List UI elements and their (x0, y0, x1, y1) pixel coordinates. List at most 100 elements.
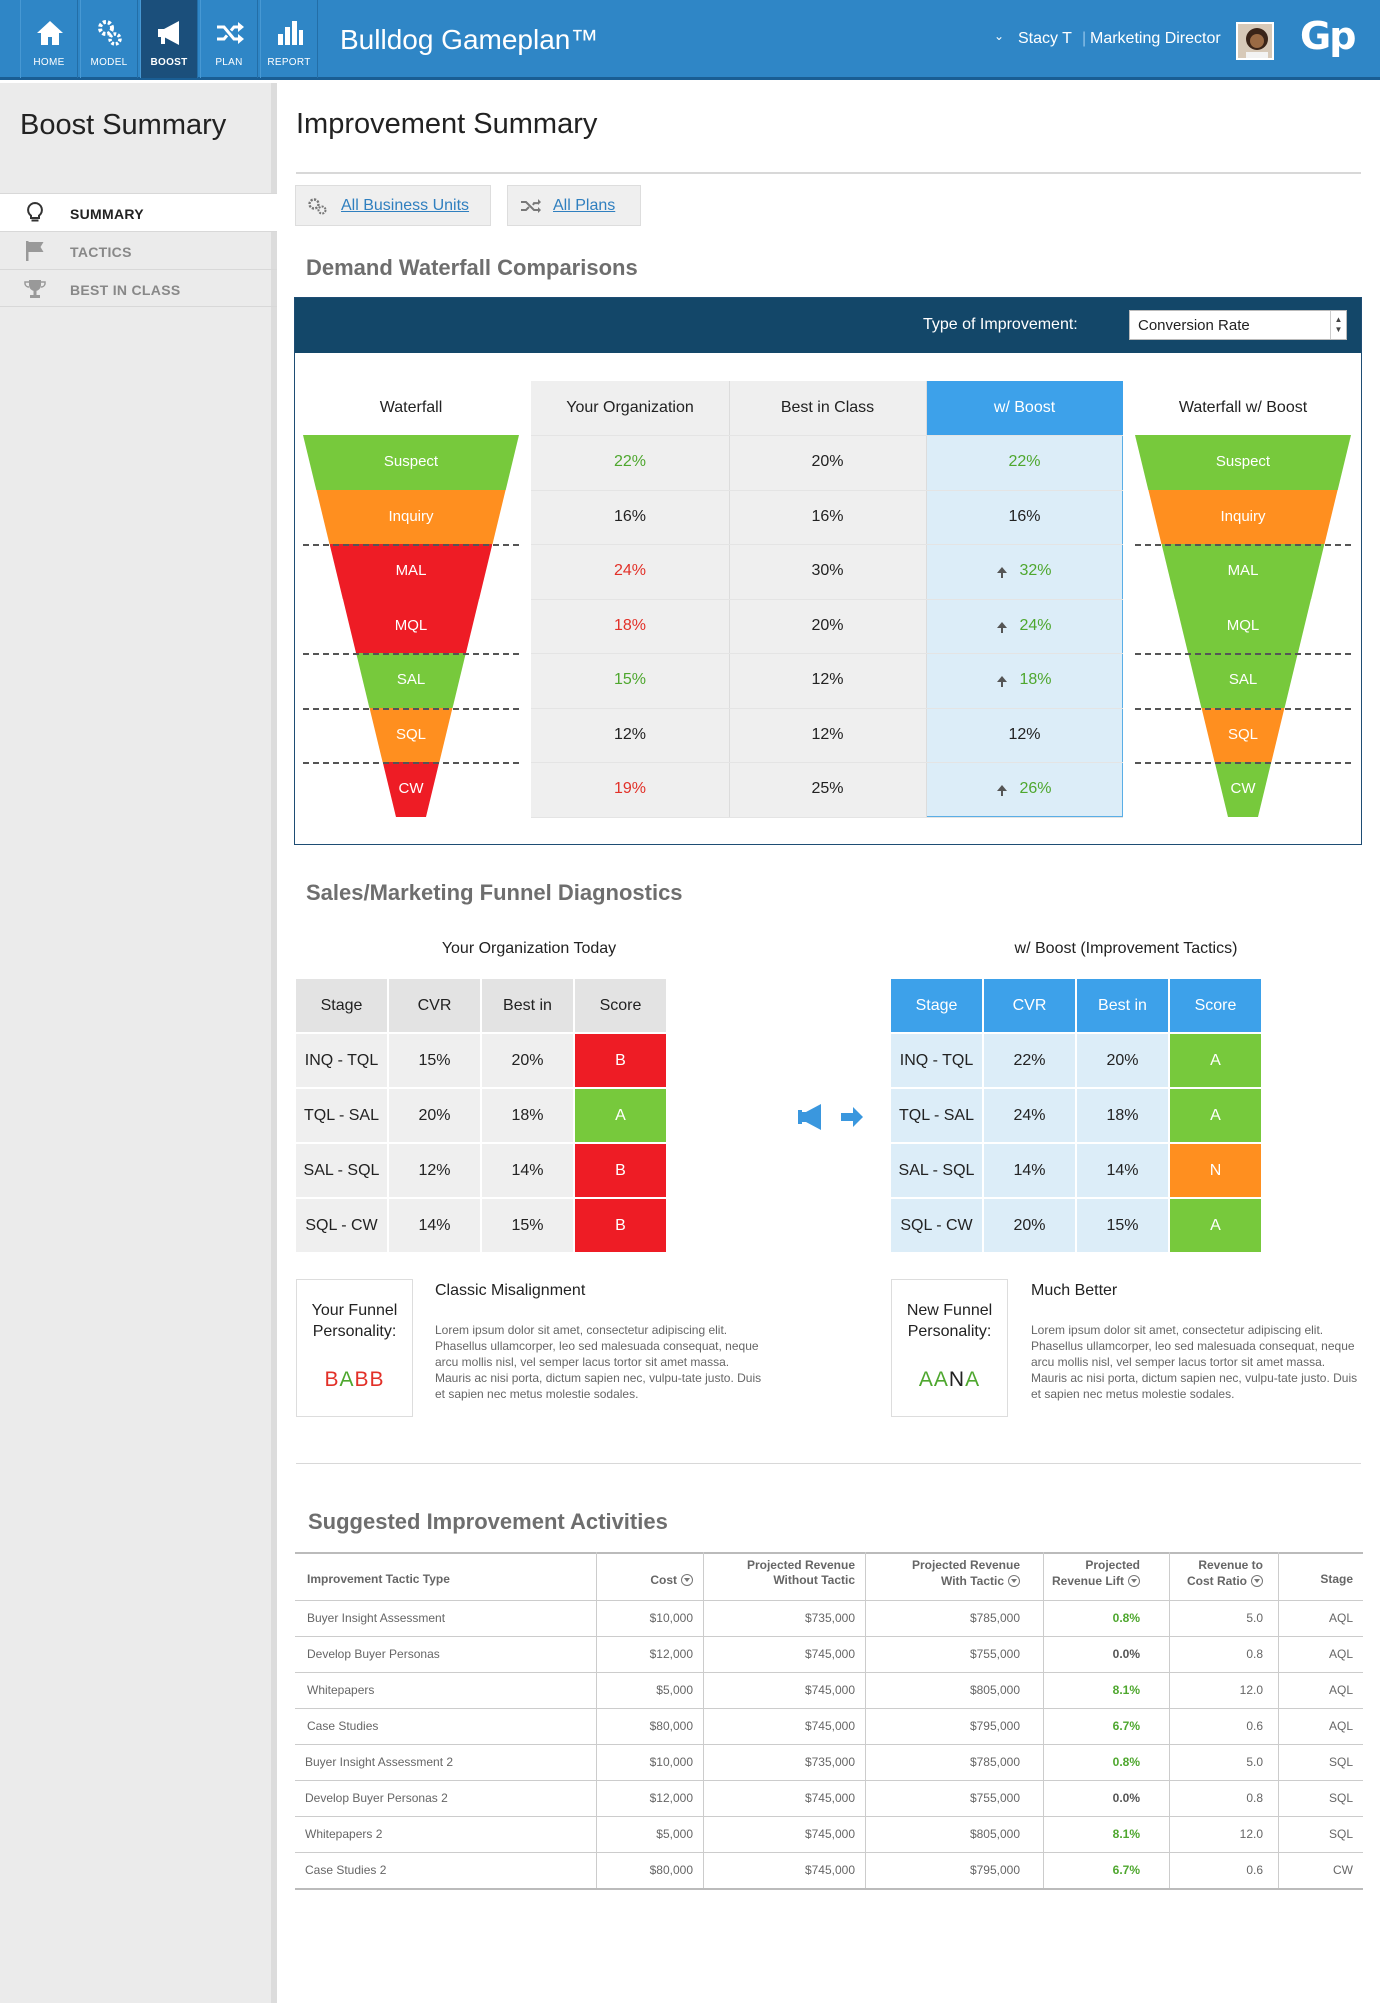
boost-rate-cell: 18% (926, 653, 1123, 707)
table-cell: 12.0 (1239, 1683, 1263, 1697)
table-cell: $805,000 (969, 1827, 1020, 1841)
org-rate: 18% (613, 616, 647, 634)
nav-plan[interactable]: PLAN (200, 0, 258, 78)
table-cell: 0.8% (1112, 1611, 1140, 1625)
column-header-label: Cost Ratio (1187, 1574, 1247, 1588)
table-cell: 15% (482, 1199, 573, 1252)
column-header: Score (1170, 979, 1261, 1032)
column-header-label: Stage (1320, 1572, 1353, 1586)
nav-boost[interactable]: BOOST (140, 0, 198, 78)
score-badge: B (575, 1144, 666, 1197)
column-header[interactable]: Projected Revenue Lift (1030, 1552, 1140, 1600)
sidebar-item-tactics[interactable]: TACTICS (0, 231, 277, 269)
divider (296, 172, 1361, 174)
table-cell: 14% (984, 1144, 1075, 1197)
org-rate: 12% (613, 725, 647, 743)
all-business-units-link[interactable]: All Business Units (341, 197, 469, 215)
personality-label: New Funnel Personality: (906, 1302, 993, 1340)
best-in-class-rate: 20% (811, 616, 844, 634)
nav-label: MODEL (90, 57, 128, 68)
column-header[interactable]: Revenue to Cost Ratio (1163, 1552, 1263, 1600)
table-row[interactable]: Develop Buyer Personas 2 $12,000 $745,000 $… (295, 1780, 1363, 1816)
boost-rate: 26% (1019, 780, 1052, 797)
stage-label: Suspect (383, 453, 439, 470)
stage-label: CW (1230, 780, 1256, 797)
column-header-boost: w/ Boost (926, 381, 1123, 435)
table-cell: $745,000 (804, 1827, 855, 1841)
table-cell: 0.8 (1246, 1647, 1263, 1661)
sort-dropdown-icon[interactable] (1008, 1575, 1020, 1587)
sidebar-item-best-in-class[interactable]: BEST IN CLASS (0, 269, 277, 307)
table-cell: 12% (389, 1144, 480, 1197)
user-name[interactable]: Stacy T (1018, 30, 1072, 48)
improvement-type-select[interactable]: Conversion Rate ▲ ▼ (1129, 310, 1347, 340)
table-cell: 14% (1077, 1144, 1168, 1197)
column-header: Improvement Tactic Type (307, 1552, 587, 1600)
score-badge: A (575, 1089, 666, 1142)
avatar[interactable] (1236, 22, 1274, 60)
column-header-label: Projected Revenue (911, 1558, 1020, 1572)
stage-divider-dashed (1135, 653, 1351, 655)
stage-label: SQL (1227, 725, 1258, 743)
sidebar-item-summary[interactable]: SUMMARY (0, 193, 277, 231)
table-row[interactable]: Buyer Insight Assessment 2 $10,000 $735,00… (295, 1744, 1363, 1780)
column-header: Best in Class (1077, 979, 1168, 1067)
stage-label: Suspect (1215, 453, 1271, 470)
table-cell: AQL (1328, 1647, 1353, 1661)
table-cell: SQL (1328, 1827, 1353, 1841)
table-row[interactable]: Case Studies $80,000 $745,000 $795,000 6.7% 0… (295, 1708, 1363, 1744)
select-arrows-icon: ▲ ▼ (1330, 311, 1346, 339)
table-cell: 8.1% (1112, 1827, 1140, 1841)
nav-home[interactable]: HOME (20, 0, 78, 78)
best-in-class-rate: 20% (811, 453, 844, 470)
column-header-label: With Tactic (940, 1574, 1004, 1588)
org-rate: 16% (613, 507, 647, 525)
waterfall-segment-mal: MAL (329, 544, 493, 599)
column-header: CVR (389, 979, 480, 1032)
table-cell: 0.8% (1112, 1755, 1140, 1769)
table-cell: $12,000 (649, 1791, 693, 1805)
sort-dropdown-icon[interactable] (1251, 1575, 1263, 1587)
chevron-down-icon[interactable]: ⌄ (994, 29, 1004, 43)
table-cell: AQL (1328, 1683, 1353, 1697)
all-business-units-button[interactable]: All Business Units (295, 185, 491, 226)
all-plans-button[interactable]: All Plans (507, 185, 641, 226)
boost-rate: 16% (1008, 507, 1041, 525)
boost-rate-cell: 12% (926, 708, 1123, 762)
sort-dropdown-icon[interactable] (681, 1574, 693, 1586)
table-row[interactable]: Case Studies 2 $80,000 $745,000 $795,000 6.7… (295, 1852, 1363, 1888)
table-cell: 0.8 (1246, 1791, 1263, 1805)
table-cell: INQ - TQL (296, 1034, 387, 1087)
column-header-label: Revenue to (1198, 1558, 1263, 1572)
column-header[interactable]: Projected Revenue With Tactic (860, 1552, 1020, 1600)
logo[interactable]: Gp (1300, 14, 1356, 58)
waterfall-boost-segment-cw: CW (1214, 762, 1272, 817)
best-in-class-rate: 12% (811, 725, 844, 743)
sort-dropdown-icon[interactable] (1128, 1575, 1140, 1587)
table-row[interactable]: Whitepapers 2 $5,000 $745,000 $805,000 8.1% 1… (295, 1816, 1363, 1852)
tactic-name: Buyer Insight Assessment 2 (305, 1755, 454, 1769)
column-header: Score (575, 979, 666, 1032)
nav-report[interactable]: REPORT (260, 0, 318, 78)
boost-transition-icon (795, 1102, 865, 1137)
boost-rate-cell: 24% (926, 599, 1123, 653)
table-row[interactable]: Whitepapers $5,000 $745,000 $805,000 8.1% 12.… (295, 1672, 1363, 1708)
table-cell: 20% (984, 1199, 1075, 1252)
table-cell: $795,000 (969, 1719, 1020, 1733)
table-cell: CW (1333, 1863, 1353, 1877)
column-header[interactable]: Cost (595, 1552, 693, 1600)
column-header-label: Projected (1085, 1558, 1140, 1572)
table-cell: $785,000 (969, 1755, 1020, 1769)
stage-divider-dashed (303, 544, 519, 546)
table-row[interactable]: Buyer Insight Assessment $10,000 $735,000 $… (295, 1600, 1363, 1636)
column-header-label: Revenue Lift (1051, 1574, 1124, 1588)
tactic-name: Case Studies 2 (305, 1863, 387, 1877)
table-cell: $80,000 (649, 1863, 693, 1877)
table-cell: SAL - SQL (296, 1144, 387, 1197)
table-row[interactable]: Develop Buyer Personas $12,000 $745,000 $75… (295, 1636, 1363, 1672)
waterfall-boost-segment-suspect: Suspect (1135, 435, 1351, 490)
all-plans-link[interactable]: All Plans (553, 197, 615, 215)
column-header: Stage (1273, 1552, 1353, 1600)
nav-model[interactable]: MODEL (80, 0, 138, 78)
score-badge: N (1170, 1144, 1261, 1197)
